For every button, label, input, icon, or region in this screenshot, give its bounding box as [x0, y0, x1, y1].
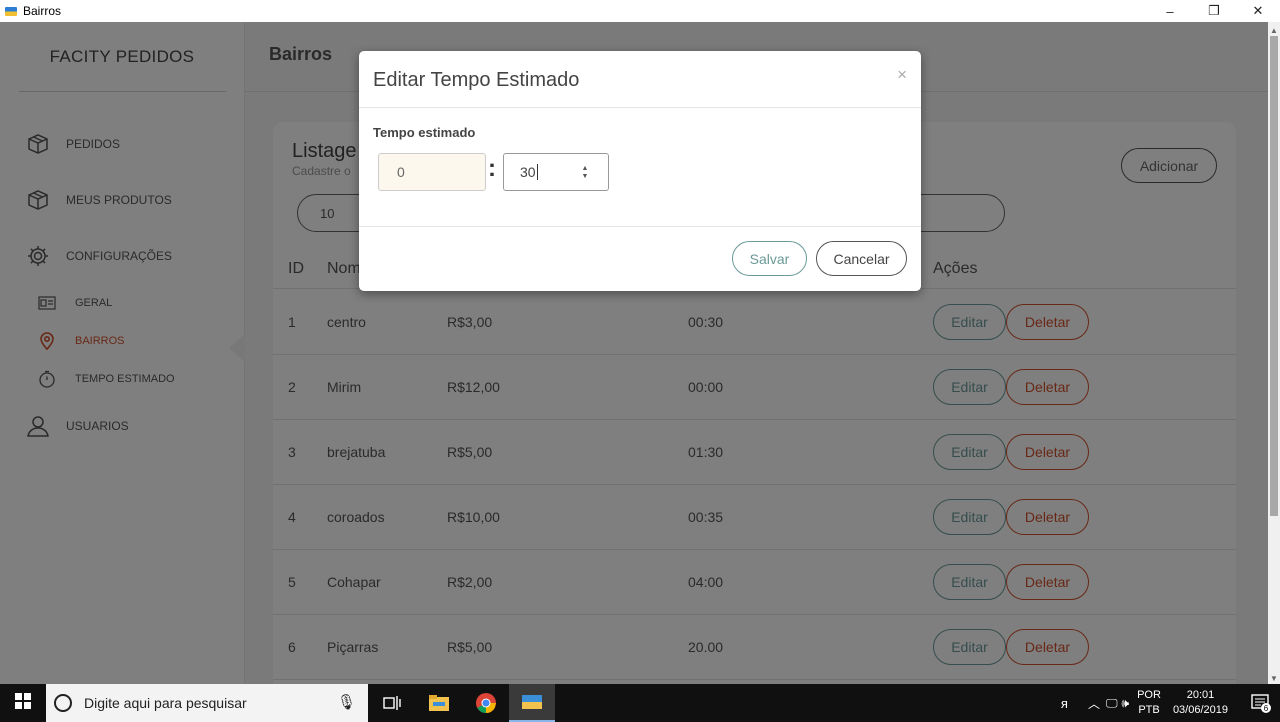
scroll-up-arrow-icon[interactable]: ▲ [1268, 24, 1280, 36]
hours-value: 0 [397, 164, 405, 180]
clock-time: 20:01 [1186, 689, 1215, 701]
text-cursor [536, 164, 538, 180]
app-icon [5, 6, 17, 16]
minutes-input[interactable]: 30 ▲ ▼ [503, 153, 609, 191]
windows-taskbar: Digite aqui para pesquisar 🎙 ᴙ ︿ 🖵 🕪 POR… [0, 684, 1280, 722]
scrollbar-thumb[interactable] [1270, 36, 1278, 516]
dialog-footer-divider [359, 226, 921, 227]
task-view-icon[interactable] [369, 684, 415, 722]
file-explorer-icon[interactable] [416, 684, 462, 722]
people-icon[interactable]: ᴙ [1061, 696, 1068, 711]
chrome-icon[interactable] [463, 684, 509, 722]
notification-count: 6 [1264, 704, 1269, 713]
chevron-up-icon[interactable]: ︿ [1088, 695, 1100, 712]
taskbar-search-box[interactable]: Digite aqui para pesquisar 🎙 [46, 684, 368, 722]
time-separator: : [488, 155, 496, 182]
minutes-value: 30 [520, 164, 536, 180]
cancel-button[interactable]: Cancelar [816, 241, 907, 276]
start-button[interactable] [0, 684, 46, 722]
notification-center-icon[interactable]: 6 [1242, 684, 1280, 722]
restore-button[interactable]: ❐ [1192, 0, 1236, 22]
keyboard-layout: PTB [1138, 704, 1160, 716]
taskbar-search-placeholder: Digite aqui para pesquisar [84, 695, 247, 711]
minimize-button[interactable]: – [1148, 0, 1192, 22]
edit-time-dialog: Editar Tempo Estimado × Tempo estimado 0… [359, 51, 921, 291]
close-window-button[interactable]: ✕ [1236, 0, 1280, 22]
number-spinner-icon[interactable]: ▲ ▼ [580, 165, 590, 181]
language-indicator[interactable]: POR PTB [1137, 688, 1161, 718]
app-area: FACITY PEDIDOS PEDIDOS MEUS PRODUTOS CON… [0, 22, 1280, 684]
system-tray: ᴙ ︿ 🖵 🕪 POR PTB 20:01 03/06/2019 6 [1061, 684, 1280, 722]
window-scrollbar[interactable]: ▲ ▼ [1268, 22, 1280, 684]
tempo-estimado-label: Tempo estimado [373, 125, 476, 140]
network-icon[interactable]: 🖵 [1106, 696, 1118, 711]
volume-icon[interactable]: 🕪 [1122, 696, 1130, 711]
close-icon[interactable]: × [897, 65, 907, 85]
microphone-icon[interactable]: 🎙 [337, 693, 356, 711]
language-code: POR [1137, 689, 1161, 701]
save-button[interactable]: Salvar [732, 241, 807, 276]
clock-date: 03/06/2019 [1172, 704, 1228, 716]
window-controls: – ❐ ✕ [1148, 0, 1280, 22]
hours-input[interactable]: 0 [378, 153, 486, 191]
dialog-title: Editar Tempo Estimado [373, 69, 580, 91]
window-titlebar: Bairros – ❐ ✕ [0, 0, 1280, 22]
window-title: Bairros [23, 4, 62, 18]
cortana-icon [54, 694, 72, 712]
scroll-down-arrow-icon[interactable]: ▼ [1268, 672, 1280, 684]
taskbar-clock[interactable]: 20:01 03/06/2019 [1173, 688, 1228, 718]
dialog-header-divider [359, 107, 921, 108]
app-taskbar-icon[interactable] [509, 684, 555, 722]
windows-logo-icon [15, 692, 31, 714]
